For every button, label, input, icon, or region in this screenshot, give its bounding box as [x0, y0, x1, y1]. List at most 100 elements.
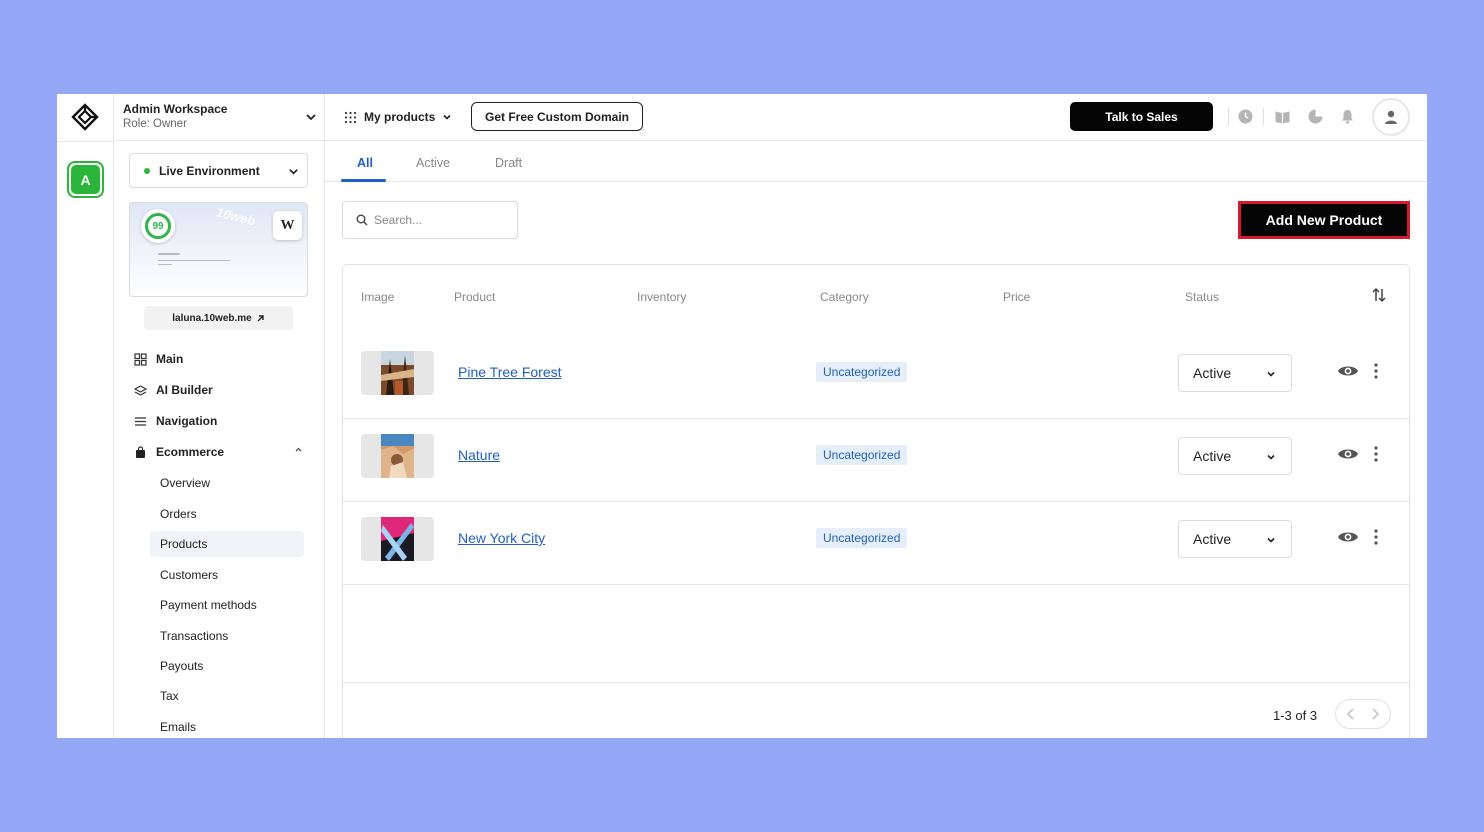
product-tabs: All Active Draft — [325, 141, 1427, 182]
divider — [1263, 108, 1264, 126]
product-image — [381, 517, 414, 561]
products-menu-label: My products — [364, 110, 436, 124]
column-header-price[interactable]: Price — [1003, 290, 1030, 304]
table-row[interactable]: Nature Uncategorized Active — [343, 418, 1409, 501]
pagination-count: 1-3 of 3 — [1273, 708, 1318, 723]
status-value: Active — [1193, 531, 1232, 547]
status-select[interactable]: Active — [1178, 354, 1292, 392]
product-thumbnail[interactable] — [361, 351, 434, 395]
product-link[interactable]: Pine Tree Forest — [458, 364, 562, 380]
sidebar-subitem-overview[interactable]: Overview — [160, 476, 210, 490]
column-header-inventory[interactable]: Inventory — [637, 290, 686, 304]
talk-to-sales-button[interactable]: Talk to Sales — [1070, 102, 1213, 131]
search-input[interactable] — [374, 213, 504, 227]
clock-icon[interactable] — [1237, 108, 1254, 125]
menu-icon — [135, 416, 146, 426]
pie-chart-icon[interactable] — [1307, 108, 1324, 125]
next-page-button[interactable] — [1366, 705, 1384, 723]
product-link[interactable]: Nature — [458, 447, 500, 463]
eye-icon[interactable] — [1337, 363, 1359, 379]
column-header-status[interactable]: Status — [1185, 290, 1219, 304]
preview-line — [158, 260, 230, 261]
product-thumbnail[interactable] — [361, 517, 434, 561]
status-select[interactable]: Active — [1178, 437, 1292, 475]
chevron-up-icon[interactable] — [294, 445, 303, 454]
sidebar-subitem-tax[interactable]: Tax — [160, 689, 179, 703]
site-domain-link[interactable]: laluna.10web.me — [144, 306, 293, 330]
product-link[interactable]: New York City — [458, 530, 545, 546]
sidebar: Admin Workspace Role: Owner Live Environ… — [114, 94, 325, 738]
user-avatar-icon — [1385, 110, 1397, 124]
logo-icon[interactable] — [71, 103, 99, 131]
environment-select[interactable]: Live Environment — [129, 153, 308, 188]
row-divider — [343, 584, 1409, 585]
search-box[interactable] — [342, 201, 518, 239]
more-options-icon[interactable] — [1373, 445, 1379, 463]
status-value: Active — [1193, 448, 1232, 464]
add-new-product-button[interactable]: Add New Product — [1241, 204, 1407, 236]
column-header-product[interactable]: Product — [454, 290, 495, 304]
sidebar-item-navigation[interactable]: Navigation — [134, 411, 217, 431]
column-header-category[interactable]: Category — [820, 290, 869, 304]
score-value: 99 — [145, 213, 171, 239]
site-preview[interactable]: 10web 99 W — [129, 202, 308, 297]
more-options-icon[interactable] — [1373, 362, 1379, 380]
sidebar-item-label: Navigation — [156, 414, 218, 428]
chevron-down-icon — [306, 114, 316, 121]
chevron-left-icon — [1346, 708, 1354, 720]
category-badge: Uncategorized — [816, 528, 908, 548]
user-avatar[interactable] — [1372, 98, 1410, 136]
sidebar-subitem-payment-methods[interactable]: Payment methods — [160, 598, 257, 612]
chevron-down-icon — [443, 114, 451, 120]
search-icon — [356, 214, 368, 226]
table-row[interactable]: New York City Uncategorized Active — [343, 501, 1409, 584]
table-footer-divider — [343, 682, 1409, 683]
eye-icon[interactable] — [1337, 446, 1359, 462]
products-menu[interactable]: My products — [344, 109, 452, 125]
wordpress-icon[interactable]: W — [273, 211, 302, 240]
status-dot-icon — [144, 168, 150, 174]
free-domain-button[interactable]: Get Free Custom Domain — [471, 102, 643, 131]
category-badge: Uncategorized — [816, 362, 908, 382]
sidebar-subitem-payouts[interactable]: Payouts — [160, 659, 203, 673]
products-table: Image Product Inventory Category Price S… — [342, 264, 1410, 738]
top-bar: My products Get Free Custom Domain Talk … — [325, 94, 1427, 141]
rail-divider — [57, 141, 114, 142]
book-icon[interactable] — [1274, 108, 1291, 125]
sort-icon[interactable] — [1371, 287, 1387, 303]
workspace-switcher[interactable]: Admin Workspace Role: Owner — [114, 94, 324, 141]
preview-line — [158, 253, 180, 255]
status-select[interactable]: Active — [1178, 520, 1292, 558]
sidebar-subitem-products[interactable]: Products — [160, 537, 207, 551]
status-value: Active — [1193, 365, 1232, 381]
tab-draft[interactable]: Draft — [495, 156, 522, 170]
workspace-name: Admin Workspace — [123, 102, 228, 116]
sidebar-subitem-emails[interactable]: Emails — [160, 720, 196, 734]
sidebar-subitem-customers[interactable]: Customers — [160, 568, 218, 582]
tab-all[interactable]: All — [357, 156, 373, 170]
product-thumbnail[interactable] — [361, 434, 434, 478]
sidebar-subitem-transactions[interactable]: Transactions — [160, 629, 228, 643]
sidebar-item-ai-builder[interactable]: AI Builder — [134, 380, 213, 400]
tab-active[interactable]: Active — [416, 156, 450, 170]
performance-score[interactable]: 99 — [141, 209, 175, 243]
column-header-image: Image — [361, 290, 395, 304]
divider — [1228, 108, 1229, 126]
sidebar-subitem-orders[interactable]: Orders — [160, 507, 197, 521]
product-image — [381, 351, 414, 395]
preview-line — [158, 264, 172, 265]
bell-icon[interactable] — [1339, 108, 1356, 125]
eye-icon[interactable] — [1337, 529, 1359, 545]
chevron-down-icon — [1267, 537, 1275, 543]
previous-page-button[interactable] — [1342, 705, 1360, 723]
sidebar-item-label: Main — [156, 352, 184, 366]
table-row[interactable]: Pine Tree Forest Uncategorized Active — [343, 335, 1409, 418]
sidebar-item-ecommerce[interactable]: Ecommerce — [134, 442, 224, 462]
product-image — [381, 434, 414, 478]
preview-watermark: 10web — [214, 204, 257, 229]
workspace-avatar[interactable]: A — [67, 161, 104, 198]
more-options-icon[interactable] — [1373, 528, 1379, 546]
domain-text: laluna.10web.me — [172, 312, 252, 324]
external-link-icon — [257, 314, 264, 321]
sidebar-item-main[interactable]: Main — [134, 349, 183, 369]
